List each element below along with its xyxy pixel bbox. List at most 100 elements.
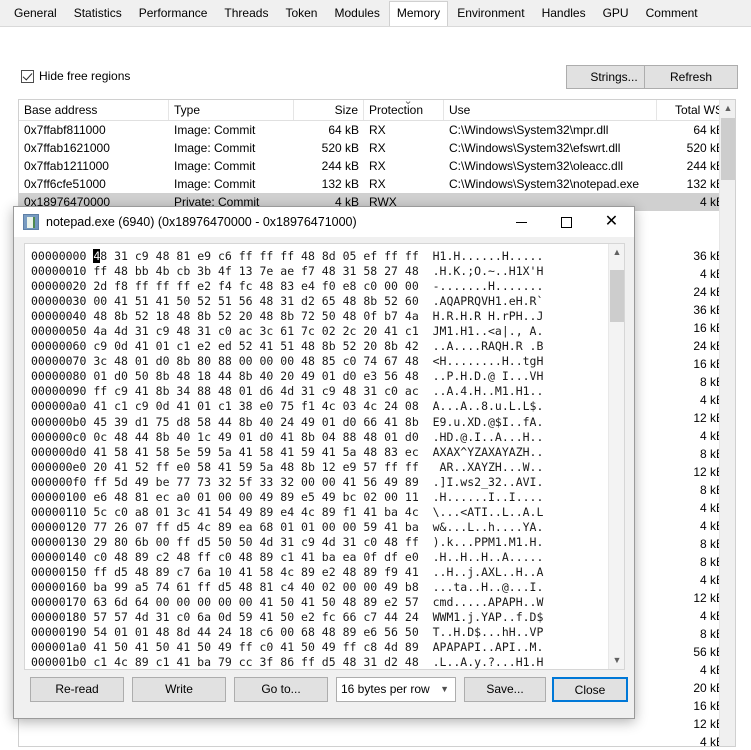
- hex-bytes[interactable]: c0 48 89 c2 48 ff c0 48 89 c1 41 ba ea 0…: [93, 550, 418, 564]
- hex-bytes[interactable]: c1 4c 89 c1 41 ba 79 cc 3f 86 ff d5 48 3…: [93, 655, 418, 669]
- hex-ascii[interactable]: AXAX^YZAXAYAZH..: [433, 445, 544, 459]
- column-header-protection[interactable]: Protection: [364, 100, 444, 120]
- hex-row[interactable]: 00000110 5c c0 a8 01 3c 41 54 49 89 e4 4…: [31, 505, 608, 520]
- hex-bytes[interactable]: ff c9 41 8b 34 88 48 01 d6 4d 31 c9 48 3…: [93, 384, 418, 398]
- tab-statistics[interactable]: Statistics: [66, 1, 130, 27]
- hex-bytes[interactable]: ff d5 48 89 c7 6a 10 41 58 4c 89 e2 48 8…: [93, 565, 418, 579]
- hex-ascii[interactable]: ..A.4.H..M1.H1..: [433, 384, 544, 398]
- hex-row[interactable]: 00000180 57 57 4d 31 c0 6a 0d 59 41 50 e…: [31, 610, 608, 625]
- hex-bytes[interactable]: 48 8b 52 18 48 8b 52 20 48 8b 72 50 48 0…: [93, 309, 418, 323]
- hex-row[interactable]: 000000d0 41 58 41 58 5e 59 5a 41 58 41 5…: [31, 445, 608, 460]
- hex-ascii[interactable]: ).k...PPM1.M1.H.: [433, 535, 544, 549]
- hex-dump-content[interactable]: 00000000 48 31 c9 48 81 e9 c6 ff ff ff 4…: [25, 244, 608, 669]
- hex-row[interactable]: 00000190 54 01 01 48 8d 44 24 18 c6 00 6…: [31, 625, 608, 640]
- hex-ascii[interactable]: APAPAPI..API..M.: [433, 640, 544, 654]
- hex-bytes[interactable]: 29 80 6b 00 ff d5 50 50 4d 31 c9 4d 31 c…: [93, 535, 418, 549]
- hex-bytes[interactable]: 20 41 52 ff e0 58 41 59 5a 48 8b 12 e9 5…: [93, 460, 418, 474]
- hex-ascii[interactable]: -.......H.......: [433, 279, 544, 293]
- hide-free-regions-checkbox[interactable]: Hide free regions: [21, 69, 130, 83]
- bytes-per-row-select[interactable]: 16 bytes per row ▼: [336, 677, 456, 702]
- column-header-type[interactable]: Type: [169, 100, 294, 120]
- tab-handles[interactable]: Handles: [534, 1, 594, 27]
- hex-row[interactable]: 00000100 e6 48 81 ec a0 01 00 00 49 89 e…: [31, 490, 608, 505]
- tab-threads[interactable]: Threads: [216, 1, 276, 27]
- hex-row[interactable]: 00000000 48 31 c9 48 81 e9 c6 ff ff ff 4…: [31, 249, 608, 264]
- hex-row[interactable]: 00000040 48 8b 52 18 48 8b 52 20 48 8b 7…: [31, 309, 608, 324]
- hex-bytes[interactable]: 57 57 4d 31 c0 6a 0d 59 41 50 e2 fc 66 c…: [93, 610, 418, 624]
- hex-row[interactable]: 000001b0 c1 4c 89 c1 41 ba 79 cc 3f 86 f…: [31, 655, 608, 669]
- hex-bytes[interactable]: 54 01 01 48 8d 44 24 18 c6 00 68 48 89 e…: [93, 625, 418, 639]
- hex-row[interactable]: 00000050 4a 4d 31 c9 48 31 c0 ac 3c 61 7…: [31, 324, 608, 339]
- tab-environment[interactable]: Environment: [449, 1, 532, 27]
- hex-row[interactable]: 000000c0 0c 48 44 8b 40 1c 49 01 d0 41 8…: [31, 430, 608, 445]
- checkbox-icon[interactable]: [21, 69, 34, 83]
- hex-ascii[interactable]: .L..A.y.?...H1.H: [433, 655, 544, 669]
- hex-row[interactable]: 00000160 ba 99 a5 74 61 ff d5 48 81 c4 4…: [31, 580, 608, 595]
- hex-bytes[interactable]: e6 48 81 ec a0 01 00 00 49 89 e5 49 bc 0…: [93, 490, 418, 504]
- hex-bytes[interactable]: 41 50 41 50 41 50 49 ff c0 41 50 49 ff c…: [93, 640, 418, 654]
- re-read-button[interactable]: Re-read: [30, 677, 124, 702]
- hex-ascii[interactable]: E9.u.XD.@$I..fA.: [433, 415, 544, 429]
- tab-comment[interactable]: Comment: [638, 1, 706, 27]
- hex-ascii[interactable]: JM1.H1..<a|., A.: [433, 324, 544, 338]
- hex-row[interactable]: 000000e0 20 41 52 ff e0 58 41 59 5a 48 8…: [31, 460, 608, 475]
- hex-ascii[interactable]: ...ta..H..@...I.: [433, 580, 544, 594]
- hex-scrollbar-thumb[interactable]: [610, 270, 624, 322]
- hex-bytes[interactable]: 00 41 51 41 50 52 51 56 48 31 d2 65 48 8…: [93, 294, 418, 308]
- hex-ascii[interactable]: .H......I..I....: [433, 490, 544, 504]
- hex-row[interactable]: 000000a0 41 c1 c9 0d 41 01 c1 38 e0 75 f…: [31, 399, 608, 414]
- table-row[interactable]: 4 kB: [19, 733, 735, 746]
- tab-token[interactable]: Token: [277, 1, 325, 27]
- hex-row[interactable]: 00000030 00 41 51 41 50 52 51 56 48 31 d…: [31, 294, 608, 309]
- hex-ascii[interactable]: H1.H......H.....: [433, 249, 544, 263]
- hex-bytes[interactable]: 5c c0 a8 01 3c 41 54 49 89 e4 4c 89 f1 4…: [93, 505, 418, 519]
- hex-bytes[interactable]: 4a 4d 31 c9 48 31 c0 ac 3c 61 7c 02 2c 2…: [93, 324, 418, 338]
- hex-row[interactable]: 000001a0 41 50 41 50 41 50 49 ff c0 41 5…: [31, 640, 608, 655]
- hex-ascii[interactable]: A...A..8.u.L.L$.: [433, 399, 544, 413]
- hex-ascii[interactable]: cmd.....APAPH..W: [433, 595, 544, 609]
- column-header-base-address[interactable]: Base address: [19, 100, 169, 120]
- hex-bytes[interactable]: 48 31 c9 48 81 e9 c6 ff ff ff 48 8d 05 e…: [93, 249, 419, 263]
- maximize-icon[interactable]: [544, 207, 589, 237]
- hex-row[interactable]: 00000170 63 6d 64 00 00 00 00 00 41 50 4…: [31, 595, 608, 610]
- hex-ascii[interactable]: ..A....RAQH.R .B: [433, 339, 544, 353]
- hex-row[interactable]: 00000020 2d f8 ff ff ff e2 f4 fc 48 83 e…: [31, 279, 608, 294]
- hex-ascii[interactable]: w&...L..h....YA.: [433, 520, 544, 534]
- hex-ascii[interactable]: .H.K.;O.~..H1X'H: [433, 264, 544, 278]
- save-button[interactable]: Save...: [464, 677, 546, 702]
- table-row[interactable]: 0x7ff6cfe51000 Image: Commit 132 kB RX C:\Wi…: [19, 175, 735, 193]
- hex-row[interactable]: 00000130 29 80 6b 00 ff d5 50 50 4d 31 c…: [31, 535, 608, 550]
- hex-scroll-up-icon[interactable]: ▲: [609, 244, 624, 261]
- hex-row[interactable]: 000000b0 45 39 d1 75 d8 58 44 8b 40 24 4…: [31, 415, 608, 430]
- hex-bytes[interactable]: ff 5d 49 be 77 73 32 5f 33 32 00 00 41 5…: [93, 475, 418, 489]
- listview-scrollbar[interactable]: ▲: [719, 100, 735, 746]
- hex-ascii[interactable]: ..P.H.D.@ I...VH: [433, 369, 544, 383]
- hex-row[interactable]: 00000060 c9 0d 41 01 c1 e2 ed 52 41 51 4…: [31, 339, 608, 354]
- hex-bytes[interactable]: ba 99 a5 74 61 ff d5 48 81 c4 40 02 00 0…: [93, 580, 418, 594]
- hex-bytes[interactable]: 01 d0 50 8b 48 18 44 8b 40 20 49 01 d0 e…: [93, 369, 418, 383]
- hex-ascii[interactable]: AR..XAYZH...W..: [433, 460, 544, 474]
- hex-ascii[interactable]: .H..H..H..A.....: [433, 550, 544, 564]
- hex-bytes[interactable]: c9 0d 41 01 c1 e2 ed 52 41 51 48 8b 52 2…: [93, 339, 418, 353]
- hex-bytes[interactable]: 2d f8 ff ff ff e2 f4 fc 48 83 e4 f0 e8 c…: [93, 279, 418, 293]
- hex-bytes[interactable]: 63 6d 64 00 00 00 00 00 41 50 41 50 48 8…: [93, 595, 418, 609]
- close-button[interactable]: Close: [552, 677, 628, 702]
- hex-bytes[interactable]: 3c 48 01 d0 8b 80 88 00 00 00 48 85 c0 7…: [93, 354, 418, 368]
- hex-bytes[interactable]: 0c 48 44 8b 40 1c 49 01 d0 41 8b 04 88 4…: [93, 430, 418, 444]
- go-to-button[interactable]: Go to...: [234, 677, 328, 702]
- hex-row[interactable]: 00000070 3c 48 01 d0 8b 80 88 00 00 00 4…: [31, 354, 608, 369]
- hex-ascii[interactable]: ..H..j.AXL..H..A: [433, 565, 544, 579]
- column-header-use[interactable]: Use: [444, 100, 657, 120]
- hex-scrollbar[interactable]: ▲ ▼: [608, 244, 624, 669]
- column-header-size[interactable]: Size: [294, 100, 364, 120]
- scrollbar-thumb[interactable]: [721, 118, 735, 180]
- scroll-up-icon[interactable]: ▲: [720, 100, 735, 117]
- hex-row[interactable]: 00000090 ff c9 41 8b 34 88 48 01 d6 4d 3…: [31, 384, 608, 399]
- hex-ascii[interactable]: WWM1.j.YAP..f.D$: [433, 610, 544, 624]
- hex-bytes[interactable]: 77 26 07 ff d5 4c 89 ea 68 01 01 00 00 5…: [93, 520, 418, 534]
- tab-modules[interactable]: Modules: [326, 1, 387, 27]
- table-row[interactable]: 0x7ffabf811000 Image: Commit 64 kB RX C:\Win…: [19, 121, 735, 139]
- minimize-icon[interactable]: [499, 207, 544, 237]
- tab-general[interactable]: General: [6, 1, 65, 27]
- tab-gpu[interactable]: GPU: [595, 1, 637, 27]
